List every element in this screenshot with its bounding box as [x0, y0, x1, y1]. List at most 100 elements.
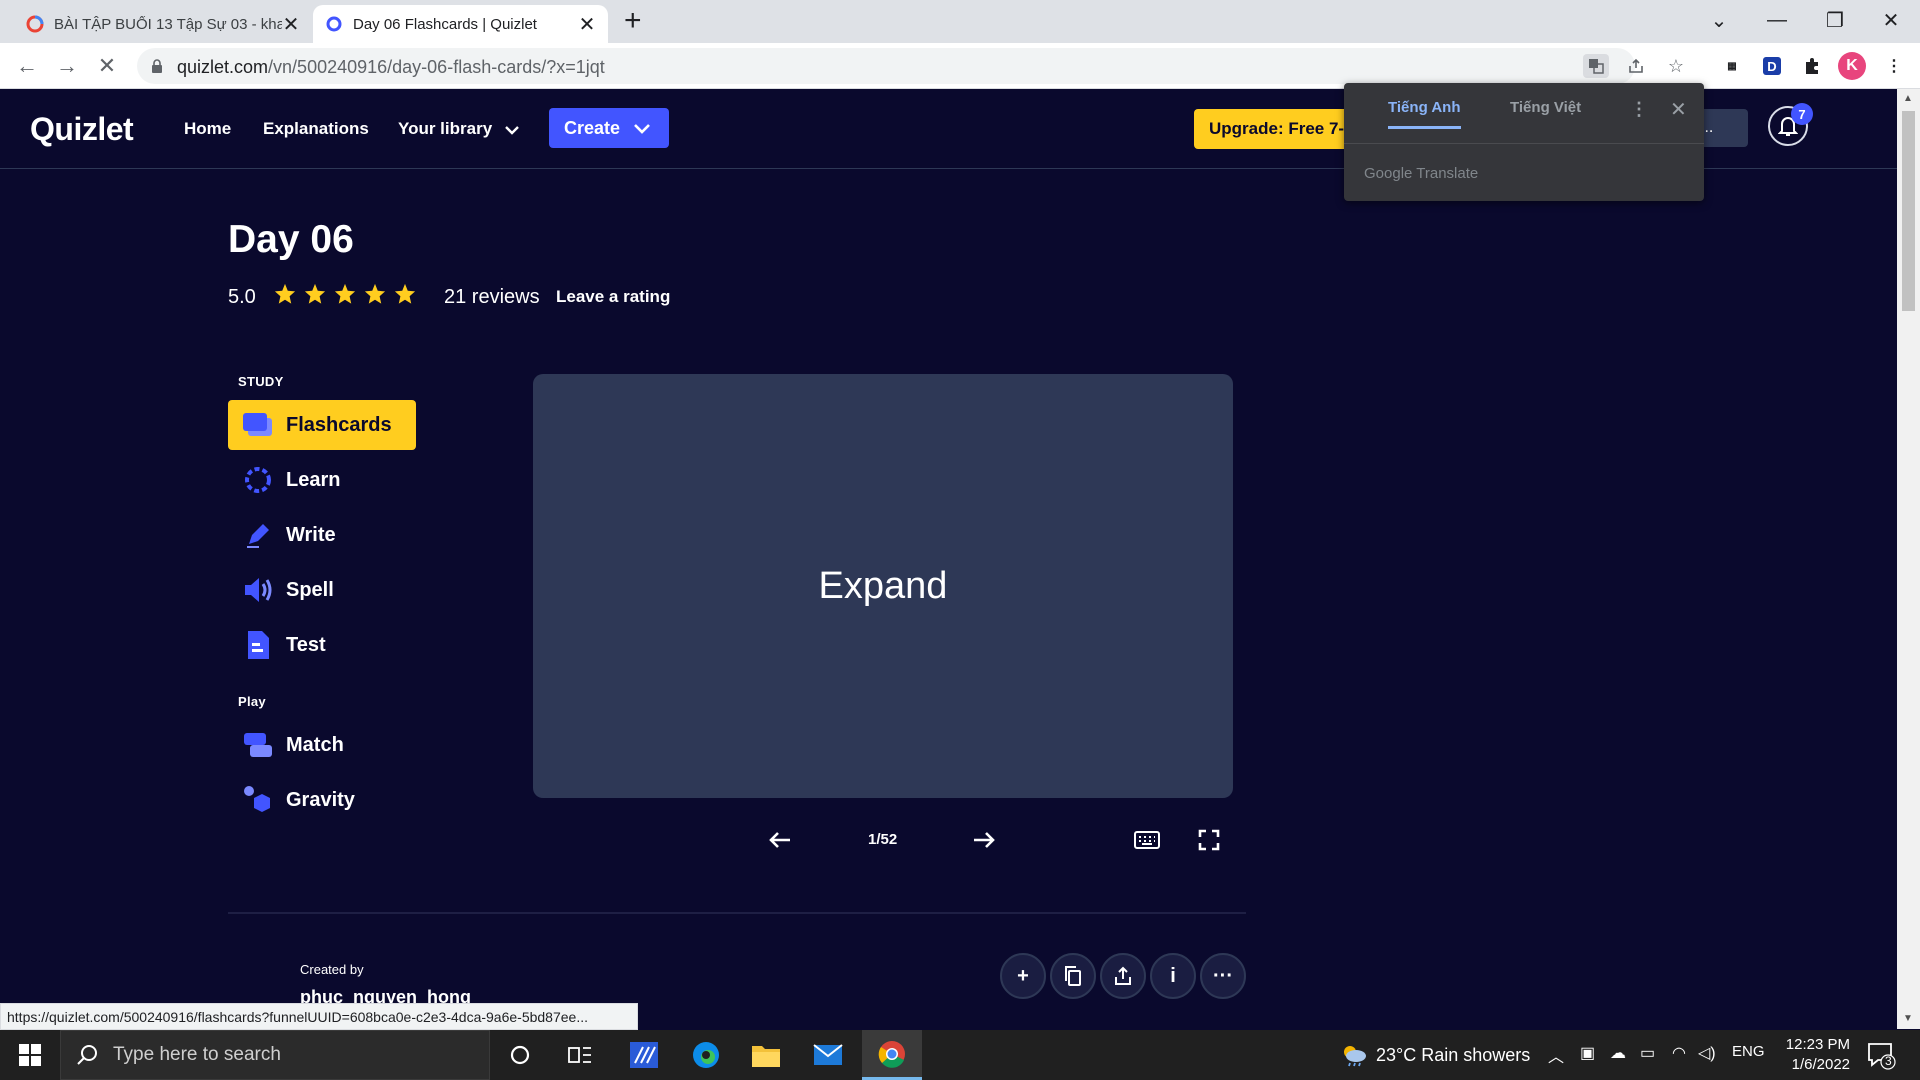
copy-set-button[interactable] [1050, 953, 1096, 999]
close-tab-icon[interactable]: ✕ [282, 12, 300, 37]
nav-your-library[interactable]: Your library [398, 119, 519, 139]
nav-home[interactable]: Home [184, 119, 231, 139]
browser-tab-active[interactable]: Day 06 Flashcards | Quizlet ✕ [313, 5, 608, 43]
seek-extension-icon[interactable]: ▦ [1718, 52, 1746, 80]
share-icon[interactable] [1623, 54, 1649, 78]
meet-now-icon[interactable]: ▣ [1580, 1043, 1595, 1063]
upgrade-button[interactable]: Upgrade: Free 7- [1194, 109, 1354, 149]
divider [1344, 143, 1704, 144]
mode-label: Spell [286, 578, 334, 601]
mode-label: Test [286, 633, 326, 656]
close-tab-icon[interactable]: ✕ [578, 12, 596, 37]
mode-spell[interactable]: Spell [228, 565, 416, 615]
speaker-icon [242, 574, 274, 606]
flashcard[interactable]: Expand [533, 374, 1233, 798]
mode-label: Learn [286, 468, 341, 491]
more-options-icon[interactable]: ⋮ [1630, 99, 1648, 120]
show-hidden-icons[interactable]: ︿ [1548, 1043, 1564, 1067]
weather-widget[interactable]: 23°C Rain showers [1340, 1043, 1530, 1067]
mode-write[interactable]: Write [228, 510, 416, 560]
mode-test[interactable]: Test [228, 620, 416, 670]
info-button[interactable]: i [1150, 953, 1196, 999]
tab-target-language[interactable]: Tiếng Việt [1510, 99, 1581, 126]
mode-label: Flashcards [286, 413, 392, 436]
action-center-icon[interactable]: 3 [1866, 1040, 1896, 1070]
scrollbar-thumb[interactable] [1902, 111, 1915, 311]
share-set-button[interactable] [1100, 953, 1146, 999]
forward-icon[interactable]: → [52, 51, 82, 81]
add-to-folder-button[interactable]: + [1000, 953, 1046, 999]
page-scrollbar[interactable]: ▲ ▼ [1897, 89, 1920, 1029]
mail-favicon-icon [26, 15, 44, 33]
back-icon[interactable]: ← [12, 51, 42, 81]
wifi-icon[interactable]: ◠ [1672, 1043, 1686, 1063]
taskbar-search[interactable]: Type here to search [60, 1030, 490, 1080]
extensions-puzzle-icon[interactable] [1798, 52, 1826, 80]
windows-taskbar: Type here to search 23°C Rain showers ︿ … [0, 1030, 1920, 1080]
system-clock[interactable]: 12:23 PM 1/6/2022 [1778, 1035, 1850, 1075]
stop-loading-icon[interactable]: ✕ [92, 51, 122, 81]
notification-count: 3 [1885, 1054, 1892, 1068]
task-view-icon[interactable] [550, 1030, 610, 1080]
d-extension-icon[interactable]: D [1758, 52, 1786, 80]
mail-icon[interactable] [798, 1030, 858, 1080]
mode-flashcards[interactable]: Flashcards [228, 400, 416, 450]
reviews-count[interactable]: 21 reviews [444, 286, 540, 309]
more-horizontal-icon: ··· [1213, 964, 1233, 987]
mode-label: Write [286, 523, 336, 546]
restore-icon[interactable]: ❐ [1806, 0, 1864, 40]
nav-your-library-label: Your library [398, 119, 493, 138]
browser-menu-icon[interactable]: ⋮ [1880, 52, 1908, 80]
mode-label: Match [286, 733, 344, 756]
onedrive-cloud-icon[interactable]: ☁ [1610, 1043, 1626, 1063]
tab-source-language[interactable]: Tiếng Anh [1388, 99, 1461, 129]
close-window-icon[interactable]: ✕ [1862, 0, 1920, 40]
fullscreen-button[interactable] [1191, 822, 1227, 858]
create-button[interactable]: Create [549, 108, 669, 148]
mode-match[interactable]: Match [228, 720, 416, 770]
plus-icon: + [1017, 964, 1029, 987]
weather-text: 23°C Rain showers [1376, 1044, 1531, 1065]
clock-time: 12:23 PM [1785, 1036, 1850, 1053]
profile-avatar[interactable]: K [1838, 52, 1866, 80]
browser-tab[interactable]: BÀI TẬP BUỔI 13 Tập Sự 03 - kha ✕ [14, 5, 312, 43]
nav-explanations[interactable]: Explanations [263, 119, 369, 139]
mode-gravity[interactable]: Gravity [228, 775, 416, 825]
previous-card-button[interactable] [762, 822, 798, 858]
quizlet-logo[interactable]: Quizlet [30, 111, 134, 148]
close-icon[interactable]: ✕ [1670, 97, 1687, 122]
address-bar[interactable]: quizlet.com/vn/500240916/day-06-flash-ca… [137, 48, 1684, 84]
volume-icon[interactable]: ◁) [1698, 1043, 1716, 1063]
star-icon [304, 283, 326, 304]
chrome-taskbar-icon[interactable] [862, 1030, 922, 1080]
leave-rating-link[interactable]: Leave a rating [556, 287, 670, 307]
keyboard-shortcuts-button[interactable] [1129, 822, 1165, 858]
new-tab-button[interactable]: + [624, 6, 642, 36]
card-counter: 1/52 [868, 831, 898, 848]
keyboard-icon [1134, 831, 1160, 849]
scroll-down-icon[interactable]: ▼ [1903, 1013, 1913, 1024]
chevron-down-icon [634, 123, 650, 134]
fullscreen-icon [1198, 829, 1220, 851]
set-title: Day 06 [228, 218, 354, 261]
learn-icon [242, 464, 274, 496]
scroll-up-icon[interactable]: ▲ [1903, 93, 1913, 104]
bookmark-star-icon[interactable]: ☆ [1663, 54, 1689, 78]
rating-value: 5.0 [228, 286, 256, 308]
mode-learn[interactable]: Learn [228, 455, 416, 505]
windows-start-icon[interactable] [0, 1030, 60, 1080]
clock-date: 1/6/2022 [1791, 1056, 1850, 1073]
more-options-button[interactable]: ··· [1200, 953, 1246, 999]
input-language[interactable]: ENG [1732, 1043, 1765, 1060]
minimize-icon[interactable]: — [1748, 0, 1806, 40]
arrow-right-icon [974, 832, 995, 848]
visual-studio-icon[interactable] [614, 1030, 674, 1080]
edge-browser-icon[interactable] [676, 1030, 736, 1080]
file-explorer-icon[interactable] [736, 1030, 796, 1080]
next-card-button[interactable] [966, 822, 1002, 858]
translate-icon[interactable] [1583, 54, 1609, 78]
taskbar-search-placeholder: Type here to search [113, 1044, 281, 1065]
cortana-icon[interactable] [490, 1030, 550, 1080]
tab-search-icon[interactable]: ⌄ [1690, 0, 1748, 40]
battery-icon[interactable]: ▭ [1640, 1043, 1655, 1063]
